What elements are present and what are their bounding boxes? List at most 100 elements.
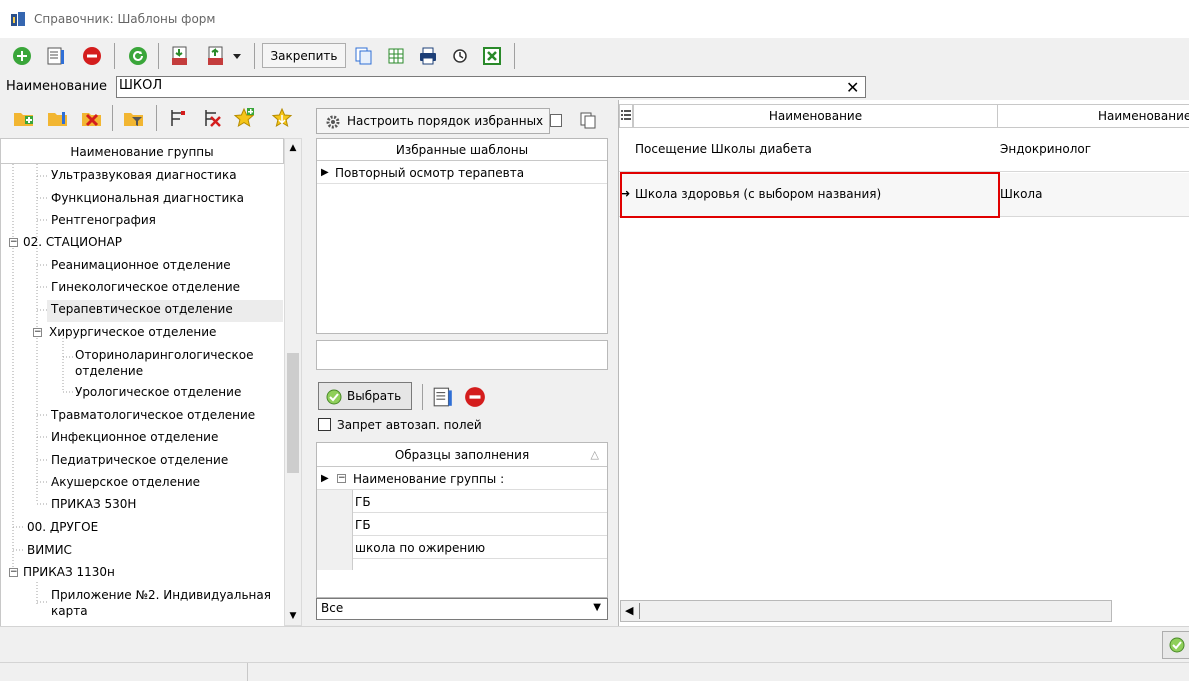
add-icon[interactable] [10, 44, 34, 68]
status-cell [0, 663, 248, 681]
delete-group-icon[interactable] [80, 106, 104, 130]
search-label: Наименование [6, 79, 108, 94]
tree-item[interactable]: Гинекологическое отделение [51, 280, 240, 294]
groups-scrollbar[interactable]: ▲ ▼ [284, 138, 302, 626]
tree-item[interactable]: карта [51, 604, 88, 618]
collapse-icon[interactable]: − [33, 328, 42, 337]
tree-item[interactable]: Травматологическое отделение [51, 408, 255, 422]
table-row[interactable]: школа по ожирению [353, 537, 607, 559]
table-row[interactable]: ГБ [353, 514, 607, 536]
favorite-note-field[interactable] [316, 340, 608, 370]
delete-icon[interactable] [464, 386, 486, 408]
copy-icon[interactable] [352, 44, 376, 68]
groups-header[interactable]: Наименование группы [0, 138, 284, 164]
export-xml-icon[interactable] [204, 44, 228, 68]
indent-column [317, 490, 353, 570]
chevron-down-icon[interactable] [230, 44, 244, 68]
tree-item[interactable]: Ультразвуковая диагностика [51, 168, 237, 182]
chevron-down-icon[interactable]: ▼ [593, 602, 601, 613]
table-row[interactable]: ГБ [353, 491, 607, 513]
sample-value: ГБ [355, 495, 371, 509]
template-specialty: Школа [1000, 187, 1043, 201]
groups-toolbar [0, 100, 306, 136]
title-bar: Справочник: Шаблоны форм [0, 0, 1189, 38]
tree-item[interactable]: Рентгенография [51, 213, 156, 227]
column-header-specialty[interactable]: Наименование [997, 104, 1189, 128]
groups-panel: Наименование группы Ультразвуковая диагн… [0, 100, 306, 626]
choose-button[interactable]: Выбрать [318, 382, 412, 410]
tree-item[interactable]: отделение [75, 364, 143, 378]
edit-group-icon[interactable] [46, 106, 70, 130]
delete-icon[interactable] [80, 44, 104, 68]
tree-item[interactable]: ПРИКАЗ 1130н [23, 565, 115, 579]
sort-icon[interactable]: △ [591, 443, 599, 467]
bottom-bar [0, 626, 1189, 662]
filter-select[interactable]: Все ▼ [316, 598, 608, 620]
samples-grid: Образцы заполнения △ ▶ − Наименование гр… [316, 442, 608, 598]
window-title: Справочник: Шаблоны форм [34, 12, 216, 26]
check-icon [1169, 637, 1185, 653]
scroll-thumb[interactable] [287, 353, 299, 473]
tree-collapse-icon[interactable] [166, 106, 190, 130]
copy-icon[interactable] [578, 110, 598, 130]
tree-item[interactable]: Хирургическое отделение [49, 325, 216, 339]
collapse-icon[interactable]: − [9, 238, 18, 247]
checkbox-box[interactable] [318, 418, 331, 431]
favorite-arrow-icon[interactable] [270, 106, 294, 130]
print-icon[interactable] [416, 44, 440, 68]
favorite-name: Повторный осмотр терапевта [335, 166, 525, 180]
column-chooser-icon[interactable] [619, 104, 633, 128]
favorites-checkbox[interactable] [550, 114, 562, 127]
templates-hscrollbar[interactable]: ◀ [620, 600, 1112, 622]
scroll-down-icon[interactable]: ▼ [285, 607, 301, 625]
check-icon [326, 389, 342, 405]
tree-item[interactable]: Урологическое отделение [75, 385, 241, 399]
tree-item[interactable]: Акушерское отделение [51, 475, 200, 489]
tree-item[interactable]: 02. СТАЦИОНАР [23, 235, 122, 249]
group-row[interactable]: ▶ − Наименование группы : [317, 468, 607, 490]
tree-item[interactable]: Оториноларингологическое [75, 348, 253, 362]
tree-item[interactable]: Инфекционное отделение [51, 430, 218, 444]
tree-item[interactable]: ВИМИС [27, 543, 72, 557]
group-label: Наименование группы : [353, 472, 505, 486]
tree-item[interactable]: 00. ДРУГОЕ [27, 520, 98, 534]
tree-clear-icon[interactable] [200, 106, 224, 130]
tree-item[interactable]: ПРИКАЗ 530Н [51, 497, 136, 511]
edit-icon[interactable] [432, 386, 454, 408]
tree-item[interactable]: Реанимационное отделение [51, 258, 231, 272]
template-specialty: Эндокринолог [1000, 142, 1092, 156]
collapse-icon[interactable]: − [9, 568, 18, 577]
list-item[interactable]: ▶ Повторный осмотр терапевта [317, 162, 607, 184]
table-row[interactable]: Посещение Школы диабета Эндокринолог [619, 128, 1189, 172]
highlight-box [620, 172, 1000, 218]
history-icon[interactable] [448, 44, 472, 68]
tree-item[interactable]: Приложение №2. Индивидуальная [51, 588, 271, 602]
refresh-icon[interactable] [126, 44, 150, 68]
autofill-lock-checkbox[interactable]: Запрет автозап. полей [318, 418, 482, 432]
search-input[interactable]: ШКОЛ [116, 76, 866, 98]
filter-group-icon[interactable] [122, 106, 146, 130]
close-icon[interactable]: ✕ [846, 78, 859, 97]
pin-button[interactable]: Закрепить [262, 43, 346, 68]
scroll-left-icon[interactable]: ◀ [625, 604, 633, 617]
column-header-name[interactable]: Наименование [633, 104, 998, 128]
configure-favorites-button[interactable]: Настроить порядок избранных [316, 108, 550, 134]
tree-item-selected[interactable]: Терапевтическое отделение [47, 300, 283, 322]
ok-button[interactable] [1162, 631, 1189, 659]
favorites-header[interactable]: Избранные шаблоны [317, 139, 607, 161]
edit-icon[interactable] [44, 44, 68, 68]
samples-header[interactable]: Образцы заполнения △ [317, 443, 607, 467]
collapse-icon[interactable]: − [337, 474, 346, 483]
table-icon[interactable] [384, 44, 408, 68]
add-group-icon[interactable] [12, 106, 36, 130]
groups-tree: Ультразвуковая диагностика Функциональна… [0, 164, 284, 626]
tree-item[interactable]: Функциональная диагностика [51, 191, 244, 205]
add-favorite-icon[interactable] [232, 106, 256, 130]
excel-icon[interactable] [480, 44, 504, 68]
search-row: Наименование ШКОЛ ✕ [0, 74, 1189, 100]
scroll-up-icon[interactable]: ▲ [285, 139, 301, 157]
sample-value: школа по ожирению [355, 541, 486, 555]
favorites-panel: Настроить порядок избранных Избранные ша… [314, 100, 610, 626]
tree-item[interactable]: Педиатрическое отделение [51, 453, 228, 467]
import-xml-icon[interactable] [168, 44, 192, 68]
